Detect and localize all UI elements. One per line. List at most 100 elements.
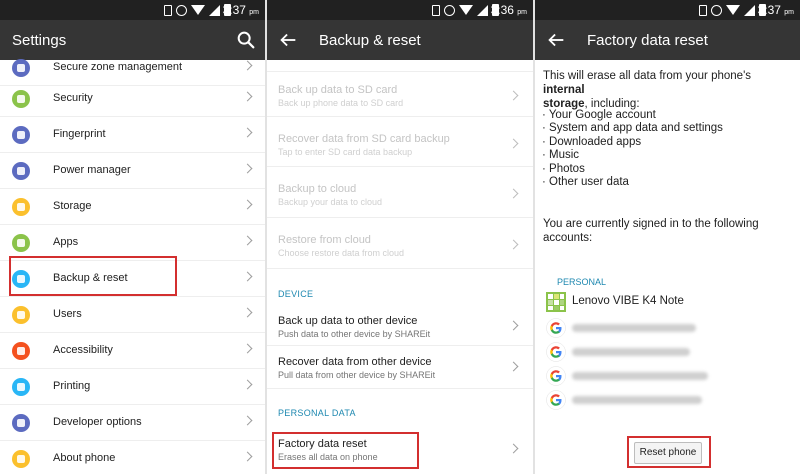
blurred-account-email xyxy=(572,372,708,380)
backup-item-title: Back up data to SD card xyxy=(278,84,398,96)
factory-reset-screen: 3:37 pm Factory data reset This will era… xyxy=(535,0,800,474)
search-icon[interactable] xyxy=(235,29,257,51)
status-icons xyxy=(432,4,499,16)
chevron-right-icon xyxy=(242,451,253,462)
accounts-section-header: PERSONAL xyxy=(557,277,607,287)
erase-list-item: · System and app data and settings xyxy=(542,122,723,135)
chevron-right-icon xyxy=(508,188,519,199)
status-time: 3:37 pm xyxy=(757,3,794,17)
backup-item-to-other-device[interactable]: Back up data to other device Push data t… xyxy=(267,306,533,346)
chevron-right-icon xyxy=(242,343,253,354)
chevron-right-icon xyxy=(242,415,253,426)
status-icons xyxy=(699,4,766,16)
backup-item-title: Backup to cloud xyxy=(278,183,357,195)
lock-icon xyxy=(12,90,30,108)
backup-item-subtitle: Tap to enter SD card data backup xyxy=(278,147,413,157)
backup-item-subtitle: Back up phone data to SD card xyxy=(278,98,404,108)
signed-in-text: You are currently signed in to the follo… xyxy=(543,217,792,245)
accessibility-icon xyxy=(12,342,30,360)
code-icon xyxy=(12,414,30,432)
backup-item-title: Recover data from SD card backup xyxy=(278,133,450,145)
back-arrow-icon[interactable] xyxy=(277,29,299,51)
chevron-right-icon xyxy=(242,60,253,71)
status-bar: 3:37 pm xyxy=(0,0,265,20)
backup-item-title: Recover data from other device xyxy=(278,356,432,368)
status-time: 3:36 pm xyxy=(490,3,527,17)
settings-item-label: Printing xyxy=(53,380,91,392)
warning-text: This will erase all data from your phone… xyxy=(543,69,792,111)
back-arrow-icon[interactable] xyxy=(545,29,567,51)
settings-item-label: Security xyxy=(53,92,93,104)
chevron-right-icon xyxy=(508,239,519,250)
backup-item-cloud[interactable]: Backup to cloud Backup your data to clou… xyxy=(267,168,533,218)
wifi-icon xyxy=(191,5,205,15)
signal-icon xyxy=(744,4,755,16)
settings-item-about-phone[interactable]: About phone xyxy=(0,441,265,474)
page-title: Backup & reset xyxy=(319,32,421,49)
settings-item-power-manager[interactable]: Power manager xyxy=(0,153,265,189)
erase-list: · Your Google account · System and app d… xyxy=(542,109,723,189)
google-icon xyxy=(546,366,566,386)
settings-item-printing[interactable]: Printing xyxy=(0,369,265,405)
chevron-right-icon xyxy=(242,199,253,210)
status-icons xyxy=(164,4,231,16)
chevron-right-icon xyxy=(242,379,253,390)
settings-item-label: Power manager xyxy=(53,164,131,176)
settings-item-label: Storage xyxy=(53,200,92,212)
settings-item-fingerprint[interactable]: Fingerprint xyxy=(0,117,265,153)
backup-item-recover-sd[interactable]: Recover data from SD card backup Tap to … xyxy=(267,118,533,167)
alarm-icon xyxy=(711,4,722,16)
alarm-icon xyxy=(444,4,455,16)
blurred-account-email xyxy=(572,348,690,356)
settings-item-users[interactable]: Users xyxy=(0,297,265,333)
reset-phone-button[interactable]: Reset phone xyxy=(634,442,702,464)
wifi-icon xyxy=(459,5,473,15)
chevron-right-icon xyxy=(508,90,519,101)
settings-item-backup-reset[interactable]: Backup & reset xyxy=(0,261,265,297)
chevron-right-icon xyxy=(242,91,253,102)
battery-icon xyxy=(12,162,30,180)
settings-item-label: Secure zone management xyxy=(53,61,183,73)
settings-item-label: Users xyxy=(53,308,82,320)
google-icon xyxy=(546,342,566,362)
erase-list-item: · Downloaded apps xyxy=(542,135,642,148)
backup-item-subtitle: Pull data from other device by SHAREit xyxy=(278,370,436,380)
signal-icon xyxy=(477,4,488,16)
backup-item-subtitle: Erases all data on phone xyxy=(278,452,378,462)
settings-item-apps[interactable]: Apps xyxy=(0,225,265,261)
backup-item-sd-card[interactable]: Back up data to SD card Back up phone da… xyxy=(267,71,533,117)
settings-item-accessibility[interactable]: Accessibility xyxy=(0,333,265,369)
status-bar: 3:37 pm xyxy=(535,0,800,20)
warning-text-part: This will erase all data from your phone… xyxy=(543,70,752,82)
erase-list-item: · Your Google account xyxy=(542,109,656,121)
backup-icon xyxy=(12,270,30,288)
android-icon xyxy=(12,234,30,252)
printer-icon xyxy=(12,378,30,396)
backup-item-subtitle: Backup your data to cloud xyxy=(278,197,383,207)
settings-item-label: Apps xyxy=(53,236,79,248)
backup-item-restore-cloud[interactable]: Restore from cloud Choose restore data f… xyxy=(267,219,533,269)
status-time: 3:37 pm xyxy=(222,3,259,17)
account-label: Lenovo VIBE K4 Note xyxy=(572,295,684,307)
app-bar: Factory data reset xyxy=(535,20,800,60)
backup-item-factory-reset[interactable]: Factory data reset Erases all data on ph… xyxy=(267,428,533,474)
settings-item-developer-options[interactable]: Developer options xyxy=(0,405,265,441)
chevron-right-icon xyxy=(242,235,253,246)
signed-in-text-line: You are currently signed in to the follo… xyxy=(543,218,759,230)
backup-item-from-other-device[interactable]: Recover data from other device Pull data… xyxy=(267,347,533,389)
backup-item-title: Restore from cloud xyxy=(278,234,371,246)
info-icon xyxy=(12,450,30,468)
settings-screen: 3:37 pm Settings Secure zone management … xyxy=(0,0,265,474)
settings-item-security[interactable]: Security xyxy=(0,81,265,117)
blurred-account-email xyxy=(572,396,702,404)
settings-item-label: Accessibility xyxy=(53,344,113,356)
settings-item-storage[interactable]: Storage xyxy=(0,189,265,225)
warning-text-bold: internal xyxy=(543,84,585,96)
settings-item-label: Fingerprint xyxy=(53,128,106,140)
erase-list-item: · Photos xyxy=(542,162,585,175)
signal-icon xyxy=(209,4,220,16)
status-bar: 3:36 pm xyxy=(267,0,533,20)
google-icon xyxy=(546,318,566,338)
settings-item-label: Developer options xyxy=(53,416,142,428)
storage-icon xyxy=(12,198,30,216)
